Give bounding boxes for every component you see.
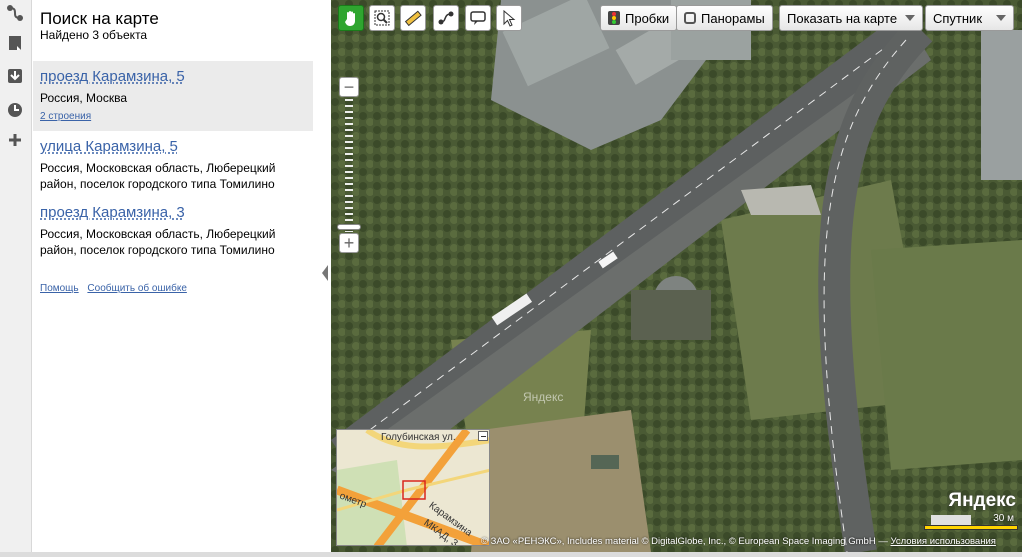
zoom-slider-thumb[interactable]: [337, 224, 361, 230]
footer-links: Помощь Сообщить об ошибке: [40, 283, 193, 294]
zoom-in-button[interactable]: +: [339, 233, 359, 253]
result-title[interactable]: улица Карамзина, 5: [40, 138, 306, 156]
hand-icon: [345, 11, 355, 26]
result-address: Россия, Московская область, Люберецкий р…: [40, 161, 276, 191]
bottom-strip: [0, 552, 1022, 557]
results-count: Найдено 3 объекта: [40, 28, 148, 42]
collapse-panel-icon[interactable]: [322, 265, 328, 281]
copyright-text: © ЗАО «РЕНЭКС», Includes material © Digi…: [481, 536, 1021, 547]
minimap[interactable]: Голубинская ул. Карамзина МКАД, 3 ометр: [336, 429, 490, 546]
download-icon[interactable]: [4, 65, 26, 87]
add-object-tool[interactable]: [465, 5, 491, 31]
zoom-out-button[interactable]: −: [339, 77, 359, 97]
map-view[interactable]: Пробки Панорамы Показать на карте Спутни…: [331, 0, 1022, 552]
route-icon[interactable]: [4, 2, 26, 24]
panel-title: Поиск на карте: [40, 9, 159, 28]
list-item[interactable]: улица Карамзина, 5 Россия, Московская об…: [33, 131, 313, 197]
cursor-icon: [503, 9, 516, 27]
results-list: проезд Карамзина, 5 Россия, Москва 2 стр…: [33, 61, 313, 263]
result-address: Россия, Московская область, Люберецкий р…: [40, 227, 276, 257]
traffic-button[interactable]: Пробки: [600, 5, 678, 31]
search-panel: Поиск на карте Найдено 3 объекта проезд …: [33, 0, 331, 557]
report-error-link[interactable]: Сообщить об ошибке: [87, 283, 186, 294]
terms-link[interactable]: Условия использования: [890, 536, 995, 547]
scale-bar: [924, 525, 1018, 530]
map-type-dropdown[interactable]: Спутник: [925, 5, 1015, 31]
panoramas-label: Панорамы: [701, 10, 765, 26]
map-watermark: Яндекс: [523, 390, 564, 404]
camera-icon: [684, 12, 696, 24]
panoramas-button[interactable]: Панорамы: [676, 5, 773, 31]
scale-label: 30 м: [993, 513, 1014, 524]
help-link[interactable]: Помощь: [40, 283, 79, 294]
result-buildings-link[interactable]: 2 строения: [40, 111, 91, 122]
copyright-line: © ЗАО «РЕНЭКС», Includes material © Digi…: [481, 536, 888, 547]
chevron-down-icon: [905, 15, 916, 21]
magnifier-icon: [374, 10, 390, 26]
show-on-map-label: Показать на карте: [787, 10, 898, 26]
show-on-map-dropdown[interactable]: Показать на карте: [779, 5, 924, 31]
result-title[interactable]: проезд Карамзина, 5: [40, 68, 306, 86]
minimap-collapse-button[interactable]: [478, 431, 488, 441]
zoom-area-tool[interactable]: [369, 5, 395, 31]
ruler-icon: [404, 10, 422, 27]
history-icon[interactable]: [4, 99, 26, 121]
select-tool[interactable]: [496, 5, 522, 31]
list-item[interactable]: проезд Карамзина, 3 Россия, Московская о…: [33, 197, 313, 263]
yandex-logo: Яндекс: [948, 490, 1016, 511]
speech-bubble-icon: [470, 11, 486, 25]
traffic-label: Пробки: [625, 10, 670, 26]
route-tool[interactable]: [433, 5, 459, 31]
ruler-tool[interactable]: [400, 5, 426, 31]
minimap-street-label: Голубинская ул.: [381, 432, 456, 443]
map-type-label: Спутник: [933, 10, 983, 26]
hand-pan-tool[interactable]: [338, 5, 364, 31]
traffic-light-icon: [608, 11, 620, 25]
zoom-slider-track[interactable]: [345, 99, 353, 232]
list-item[interactable]: проезд Карамзина, 5 Россия, Москва 2 стр…: [33, 61, 313, 131]
bookmark-icon[interactable]: [4, 32, 26, 54]
add-icon[interactable]: [4, 129, 26, 151]
left-icon-rail: [0, 0, 32, 557]
route-icon: [438, 11, 454, 25]
result-title[interactable]: проезд Карамзина, 3: [40, 204, 306, 222]
result-address: Россия, Москва: [40, 91, 127, 105]
chevron-down-icon: [996, 15, 1007, 21]
